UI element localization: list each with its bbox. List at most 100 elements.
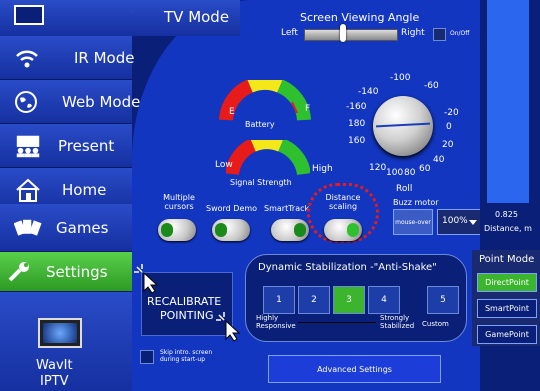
highly-line2: Responsive xyxy=(256,322,296,330)
smart-point-button[interactable]: SmartPoint xyxy=(477,299,537,318)
nav-web-mode[interactable]: Web Mode xyxy=(0,80,140,124)
screen-angle-onoff-label: On/Off xyxy=(450,30,470,37)
roll-tick-label: -140 xyxy=(358,87,379,97)
nav-ir-mode-label: IR Mode xyxy=(74,48,135,67)
nav-present[interactable]: Present xyxy=(0,124,132,168)
highly-line1: Highly xyxy=(256,314,279,322)
stabilization-highly-label: Highly Responsive xyxy=(256,314,296,330)
stabilization-level-4[interactable]: 4 xyxy=(368,286,400,314)
nav-web-mode-label: Web Mode xyxy=(62,92,141,111)
battery-label: Battery xyxy=(245,120,275,129)
roll-tick-label: 20 xyxy=(442,140,454,150)
presentation-icon xyxy=(14,135,42,157)
brand-product: IPTV xyxy=(40,374,69,389)
cursor-icon xyxy=(216,312,241,342)
direct-point-button[interactable]: DirectPoint xyxy=(477,273,537,292)
smarttrack-label: SmartTrack xyxy=(264,204,310,213)
signal-low-label: Low xyxy=(215,160,233,170)
chevron-down-icon xyxy=(469,220,477,225)
distance-scaling-label-line1: Distance xyxy=(325,193,361,202)
brand-panel: WavIt IPTV xyxy=(0,292,132,391)
signal-high-label: High xyxy=(312,164,333,174)
advanced-settings-button[interactable]: Advanced Settings xyxy=(268,355,441,383)
multiple-cursors-label-line1: Multiple xyxy=(163,193,195,202)
buzz-percent-value: 100% xyxy=(442,216,468,226)
roll-tick-label: 180 xyxy=(348,119,366,129)
monitor-icon xyxy=(38,318,82,348)
roll-label: Roll xyxy=(396,184,413,194)
nav-home-label: Home xyxy=(62,180,107,199)
multiple-cursors-label: Multiple cursors xyxy=(160,193,198,211)
roll-tick-label: -60 xyxy=(424,81,439,91)
stabilization-title: Dynamic Stabilization -"Anti-Shake" xyxy=(258,262,437,273)
screen-angle-slider-thumb[interactable] xyxy=(340,24,346,42)
distance-scaling-label-line2: scaling xyxy=(328,202,358,211)
smarttrack-toggle[interactable] xyxy=(271,219,309,241)
recalibrate-label-line2: POINTING xyxy=(160,309,214,322)
multiple-cursors-toggle[interactable] xyxy=(158,219,196,241)
distance-value: 0.825 xyxy=(495,210,518,219)
globe-icon xyxy=(14,90,38,113)
tv-icon xyxy=(14,5,44,25)
strongly-line1: Strongly xyxy=(380,314,410,322)
cursor-icon xyxy=(134,264,159,294)
home-icon xyxy=(14,178,42,202)
wrench-icon xyxy=(6,261,34,283)
screen-angle-title: Screen Viewing Angle xyxy=(300,11,420,24)
screen-angle-slider[interactable] xyxy=(304,29,398,41)
roll-tick-label: 40 xyxy=(433,155,445,165)
roll-tick-label: 60 xyxy=(419,164,431,174)
wifi-icon xyxy=(14,47,40,69)
recalibrate-label-line1: RECALIBRATE xyxy=(147,295,222,308)
nav-games[interactable]: Games xyxy=(0,204,132,252)
screen-angle-onoff-checkbox[interactable] xyxy=(433,28,446,41)
skip-intro-checkbox[interactable] xyxy=(140,350,154,364)
nav-present-label: Present xyxy=(58,136,115,155)
battery-gauge xyxy=(219,80,311,121)
distance-meter-bar xyxy=(487,0,529,203)
playing-cards-icon xyxy=(14,217,42,239)
point-mode-title: Point Mode xyxy=(479,254,535,265)
battery-full-label: F xyxy=(305,104,311,114)
skip-intro-line1: Skip intro. screen xyxy=(160,349,213,356)
screen-angle-left-label: Left xyxy=(281,28,298,38)
nav-ir-mode[interactable]: IR Mode xyxy=(0,36,135,80)
stabilization-level-3[interactable]: 3 xyxy=(333,286,365,314)
buzz-motor-label: Buzz motor xyxy=(393,198,439,207)
roll-tick-label: 80 xyxy=(404,168,416,178)
stabilization-level-1[interactable]: 1 xyxy=(263,286,295,314)
stabilization-strongly-label: Strongly Stabilized xyxy=(380,314,414,330)
sword-demo-label: Sword Demo xyxy=(206,204,258,213)
roll-tick-label: -20 xyxy=(444,108,459,118)
strongly-line2: Stabilized xyxy=(380,322,415,330)
distance-scaling-label: Distance scaling xyxy=(322,193,364,211)
roll-tick-label: 120 xyxy=(369,163,387,173)
tv-mode-title[interactable]: TV Mode xyxy=(164,8,229,26)
nav-settings-label: Settings xyxy=(46,262,108,281)
roll-tick-label: 160 xyxy=(348,136,366,146)
distance-label: Distance, m xyxy=(484,224,532,233)
roll-tick-label: 0 xyxy=(446,122,452,132)
stabilization-custom-label: Custom xyxy=(422,320,449,328)
roll-tick-label: -100 xyxy=(390,73,411,83)
signal-strength-gauge xyxy=(226,140,310,176)
battery-empty-label: E xyxy=(229,107,235,117)
brand-name: WavIt xyxy=(36,358,73,373)
screen-angle-right-label: Right xyxy=(401,28,425,38)
nav-games-label: Games xyxy=(56,218,109,237)
stabilization-scale-arrow xyxy=(298,322,376,323)
skip-intro-line2: during start-up xyxy=(160,356,206,363)
signal-strength-label: Signal Strength xyxy=(230,178,292,187)
buzz-mouse-over-button[interactable]: mouse-over xyxy=(393,209,433,235)
distance-scaling-toggle[interactable] xyxy=(324,219,362,241)
stabilization-level-2[interactable]: 2 xyxy=(298,286,330,314)
sword-demo-toggle[interactable] xyxy=(212,219,250,241)
game-point-button[interactable]: GamePoint xyxy=(477,325,537,344)
roll-tick-label: 100 xyxy=(386,168,404,178)
roll-tick-label: -160 xyxy=(346,102,367,112)
multiple-cursors-label-line2: cursors xyxy=(164,202,194,211)
nav-settings[interactable]: Settings xyxy=(0,252,132,292)
skip-intro-label: Skip intro. screen during start-up xyxy=(160,349,212,363)
buzz-percent-dropdown[interactable]: 100% xyxy=(437,209,481,235)
stabilization-level-5[interactable]: 5 xyxy=(427,286,459,314)
